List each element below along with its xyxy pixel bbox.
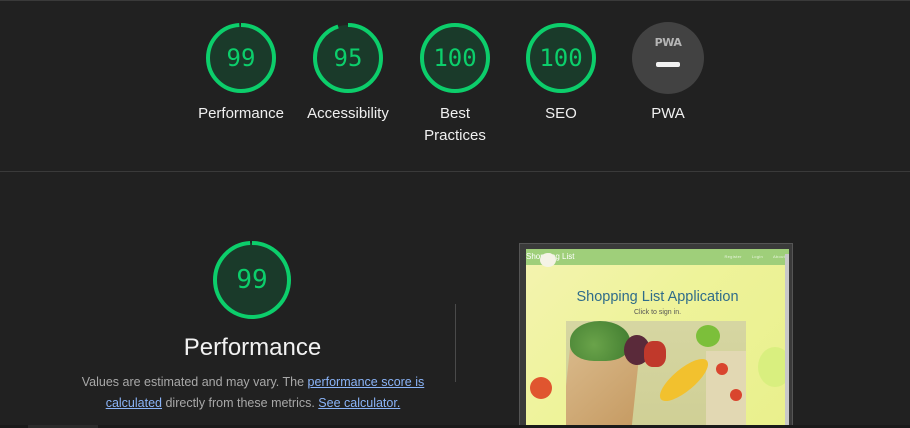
gauge-label: Best Practices [424, 105, 486, 144]
red-pepper-image [644, 341, 666, 367]
gauge-label: Accessibility [307, 105, 389, 122]
tomato-image [730, 389, 742, 401]
screenshot-navbar: Shopping List RegisterLoginAbout [526, 249, 789, 265]
performance-gauge: 99 [212, 240, 292, 320]
performance-score: 99 [236, 265, 268, 295]
screenshot-nav-about: About [773, 254, 785, 259]
gauge-score: 99 [226, 44, 256, 72]
gauge-score: 95 [333, 44, 363, 72]
screenshot-nav-register: Register [724, 254, 742, 259]
garlic-image [540, 253, 556, 267]
gauge-ring: 95 [312, 22, 384, 94]
cutting-board [706, 351, 746, 427]
groceries-photo [566, 321, 746, 427]
desc-text-mid: directly from these metrics. [162, 396, 319, 410]
gauge-pwa[interactable]: PWA PWA [608, 22, 728, 125]
gauge-ring: 100 [525, 22, 597, 94]
screenshot-title: Shopping List Application [576, 289, 739, 305]
gauge-label: PWA [651, 105, 685, 122]
gauge-performance[interactable]: 99 Performance [181, 22, 301, 125]
gauge-ring: 100 [419, 22, 491, 94]
gauge-ring: 99 [205, 22, 277, 94]
gauge-score: 100 [433, 44, 477, 72]
screenshot-scrollbar [785, 254, 789, 427]
screenshot-page: Shopping List RegisterLoginAbout Shoppin… [526, 249, 789, 427]
performance-title: Performance [183, 334, 322, 361]
performance-description: Values are estimated and may vary. The p… [68, 372, 438, 414]
final-screenshot[interactable]: Shopping List RegisterLoginAbout Shoppin… [519, 243, 793, 428]
gauge-seo[interactable]: 100 SEO [501, 22, 621, 125]
section-divider [0, 171, 910, 172]
pwa-badge-text: PWA [654, 36, 682, 49]
see-calculator-link[interactable]: See calculator. [318, 396, 400, 410]
screenshot-subtitle: Click to sign in. [633, 309, 682, 316]
gauge-label: SEO [545, 105, 577, 122]
screenshot-nav-login: Login [751, 254, 764, 259]
tomato-image [530, 377, 552, 399]
screenshot-nav-links: Register Login About [714, 254, 785, 259]
gauge-score: 100 [539, 44, 583, 72]
desc-text-pre: Values are estimated and may vary. The [81, 375, 308, 389]
gauge-accessibility[interactable]: 95 Accessibility [288, 22, 408, 125]
pwa-badge: PWA [632, 22, 704, 94]
score-summary: 99 Performance 95 Accessibility 100 Best… [0, 0, 910, 171]
tomato-image [716, 363, 728, 375]
gauge-best-practices[interactable]: 100 Best Practices [395, 22, 515, 147]
greens-image [570, 321, 630, 361]
vertical-divider [455, 304, 456, 382]
green-pepper-image [696, 325, 720, 347]
pwa-dash-icon [656, 62, 680, 67]
gauge-label: Performance [198, 105, 284, 122]
